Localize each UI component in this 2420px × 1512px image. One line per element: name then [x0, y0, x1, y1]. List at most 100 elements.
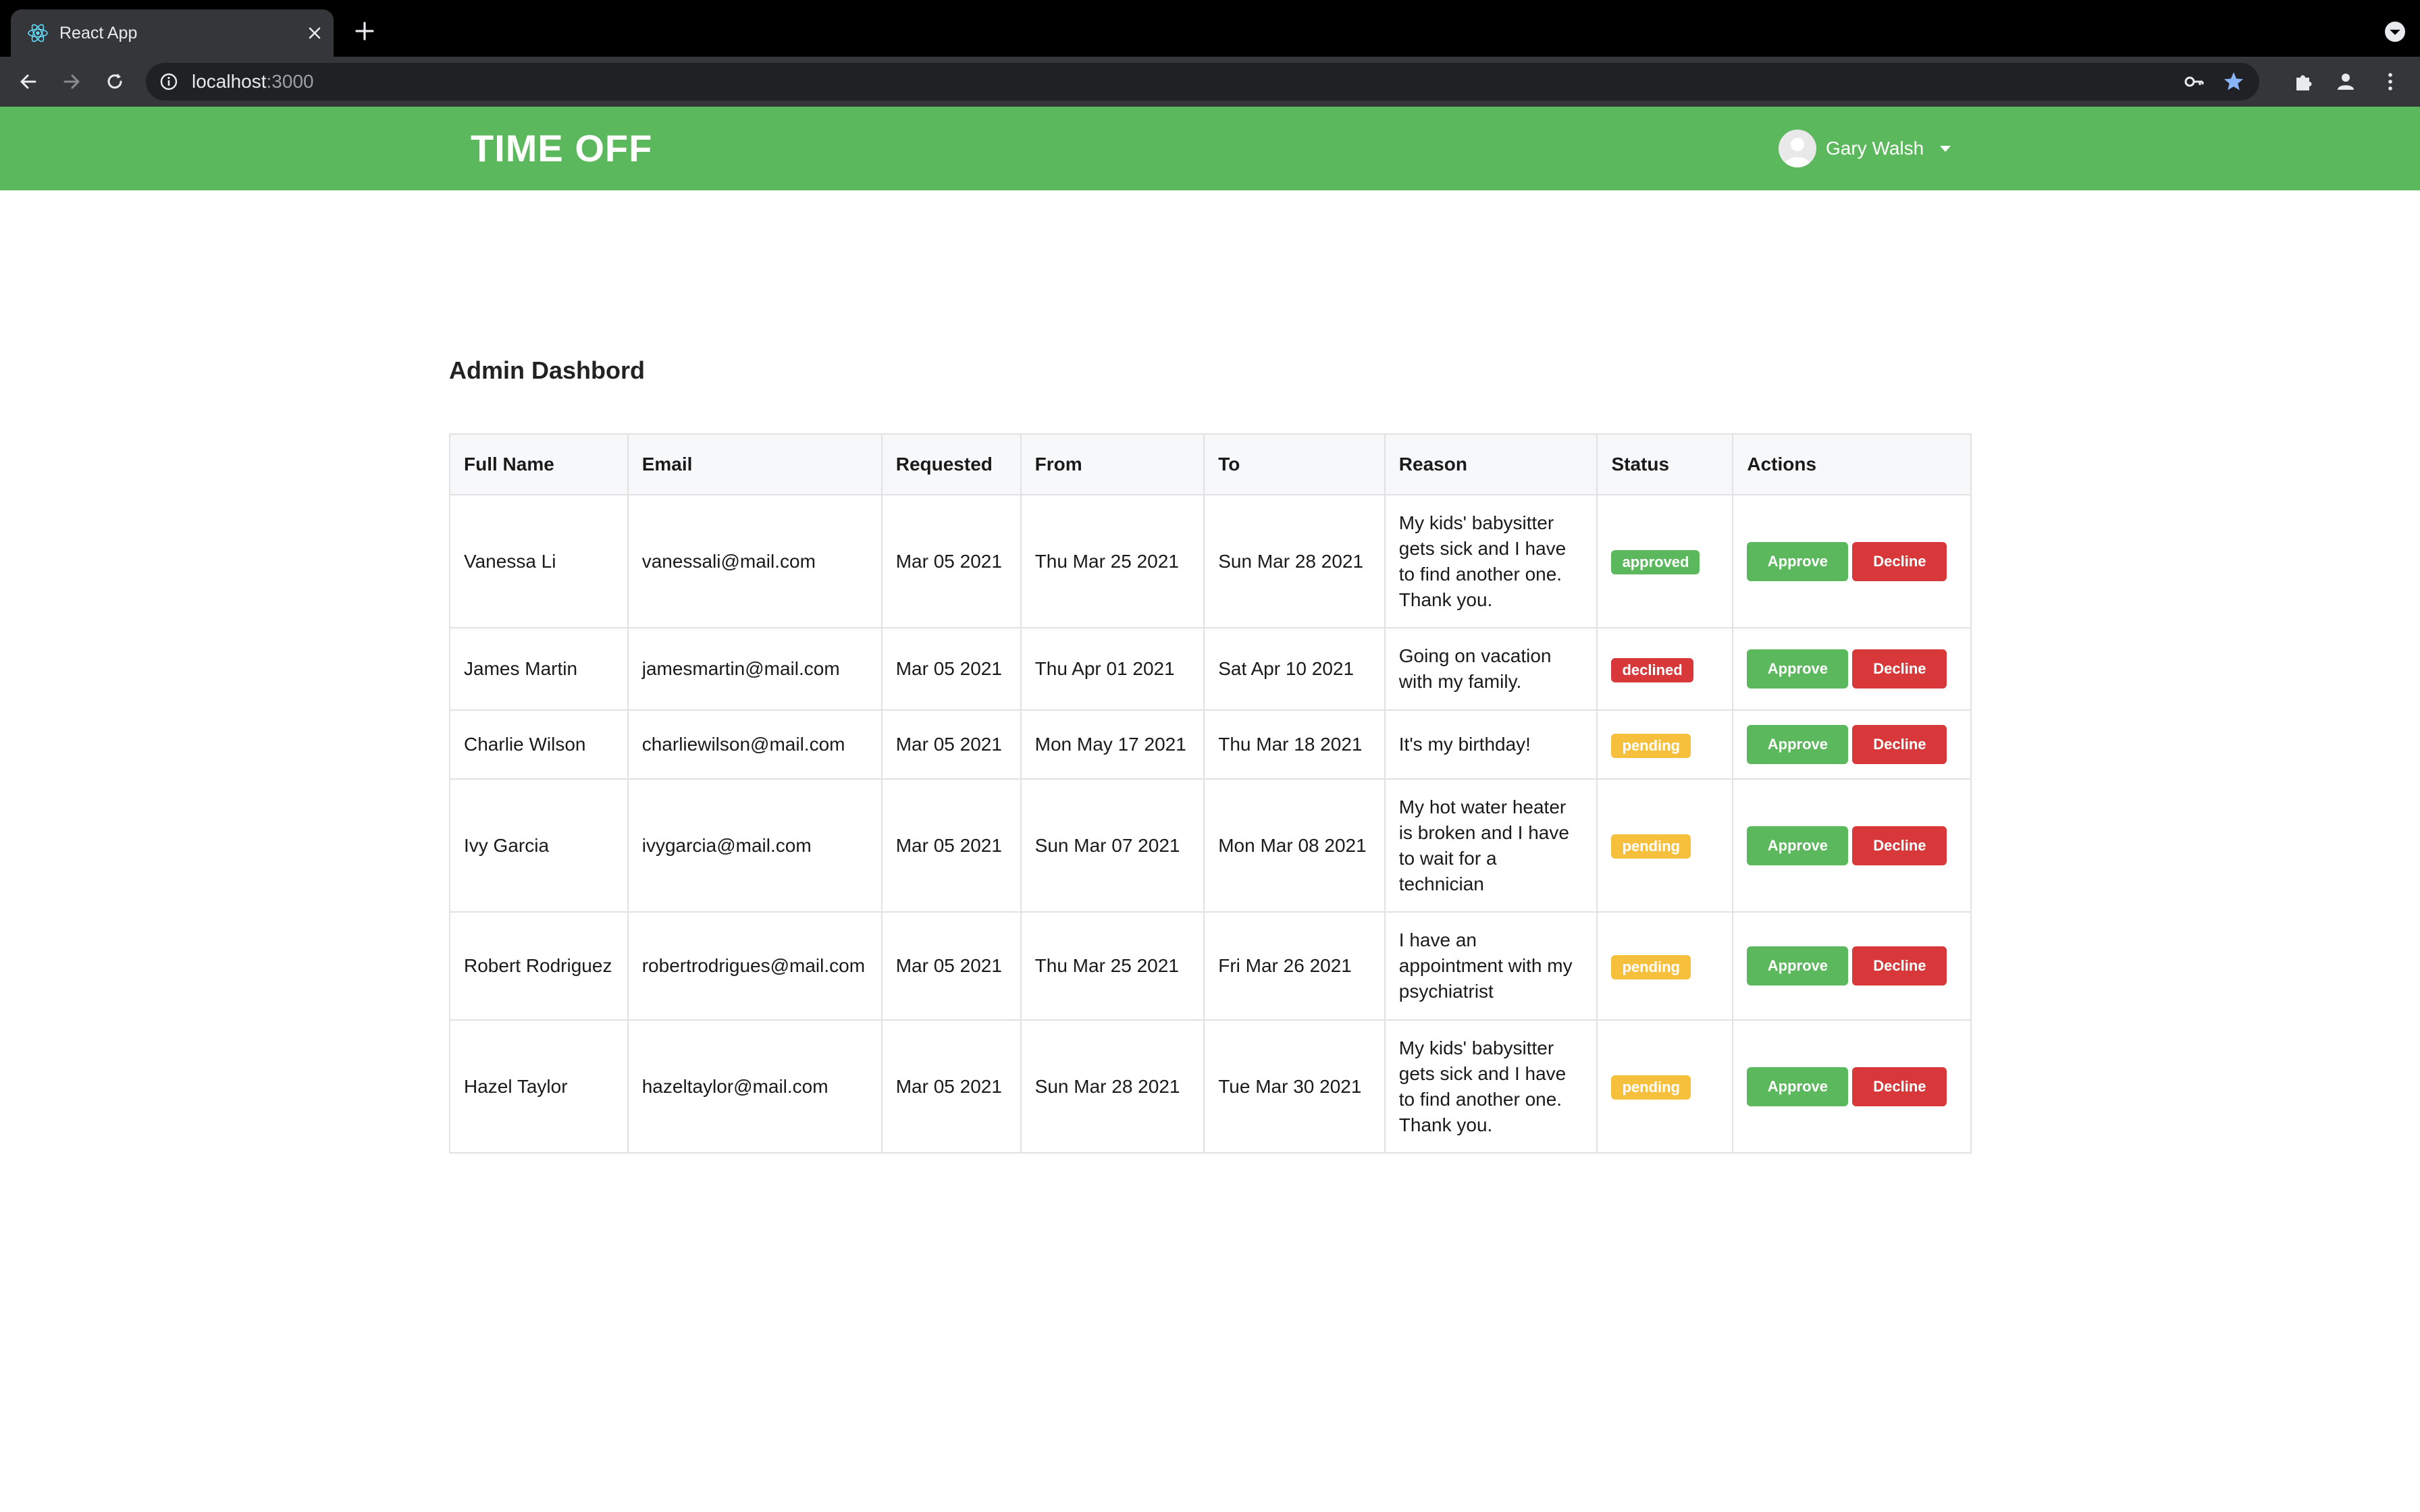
user-name: Gary Walsh: [1826, 138, 1924, 159]
chevron-down-icon: [1940, 145, 1951, 152]
table-header-row: Full Name Email Requested From To Reason…: [449, 433, 1972, 495]
cell-email: vanessali@mail.com: [627, 494, 883, 628]
decline-button[interactable]: Decline: [1852, 1066, 1947, 1106]
tab-title: React App: [59, 24, 138, 43]
status-badge: pending: [1611, 954, 1691, 979]
cell-to: Sat Apr 10 2021: [1203, 627, 1386, 711]
cell-from: Sun Mar 07 2021: [1020, 778, 1205, 913]
column-header-full-name: Full Name: [449, 433, 629, 495]
cell-status: pending: [1596, 778, 1734, 913]
app-brand[interactable]: TIME OFF: [471, 107, 652, 190]
column-header-reason: Reason: [1384, 433, 1598, 495]
address-bar[interactable]: localhost:3000: [146, 63, 2259, 101]
page-title: Admin Dashbord: [449, 356, 646, 384]
key-icon[interactable]: [2184, 71, 2205, 92]
cell-status: approved: [1596, 494, 1734, 628]
table-row: Vanessa Li vanessali@mail.com Mar 05 202…: [449, 494, 1972, 628]
decline-button[interactable]: Decline: [1852, 725, 1947, 764]
status-badge: declined: [1611, 657, 1693, 682]
table-row: James Martin jamesmartin@mail.com Mar 05…: [449, 627, 1972, 711]
cell-reason: I have an appointment with my psychiatri…: [1384, 911, 1598, 1021]
avatar: [1779, 130, 1816, 167]
approve-button[interactable]: Approve: [1747, 1066, 1849, 1106]
status-badge: pending: [1611, 1075, 1691, 1100]
close-tab-icon[interactable]: [302, 21, 327, 45]
cell-email: robertrodrigues@mail.com: [627, 911, 883, 1021]
cell-from: Thu Mar 25 2021: [1020, 494, 1205, 628]
extensions-puzzle-icon[interactable]: [2292, 70, 2316, 94]
status-badge: pending: [1611, 733, 1691, 758]
url-port: :3000: [266, 71, 314, 92]
url-text: localhost:3000: [192, 63, 314, 101]
cell-requested: Mar 05 2021: [880, 911, 1022, 1021]
cell-requested: Mar 05 2021: [880, 627, 1022, 711]
status-badge: approved: [1611, 550, 1700, 574]
cell-full-name: Ivy Garcia: [449, 778, 629, 913]
browser-tab[interactable]: React App: [11, 9, 334, 57]
browser-tabstrip: React App: [0, 0, 2420, 57]
cell-to: Fri Mar 26 2021: [1203, 911, 1386, 1021]
cell-status: pending: [1596, 1019, 1734, 1154]
cell-reason: It's my birthday!: [1384, 709, 1598, 780]
cell-status: pending: [1596, 911, 1734, 1021]
approve-button[interactable]: Approve: [1747, 649, 1849, 688]
browser-toolbar: localhost:3000: [0, 57, 2420, 107]
approve-button[interactable]: Approve: [1747, 826, 1849, 865]
column-header-from: From: [1020, 433, 1205, 495]
tab-search-icon[interactable]: [2384, 20, 2406, 43]
cell-to: Sun Mar 28 2021: [1203, 494, 1386, 628]
cell-actions: Approve Decline: [1732, 778, 1972, 913]
cell-from: Sun Mar 28 2021: [1020, 1019, 1205, 1154]
back-arrow-icon[interactable]: [16, 70, 41, 94]
user-menu[interactable]: Gary Walsh: [1779, 130, 1951, 167]
cell-status: declined: [1596, 627, 1734, 711]
table-row: Hazel Taylor hazeltaylor@mail.com Mar 05…: [449, 1019, 1972, 1154]
cell-actions: Approve Decline: [1732, 709, 1972, 780]
url-host: localhost: [192, 71, 267, 92]
column-header-actions: Actions: [1732, 433, 1972, 495]
cell-status: pending: [1596, 709, 1734, 780]
cell-to: Mon Mar 08 2021: [1203, 778, 1386, 913]
cell-from: Thu Apr 01 2021: [1020, 627, 1205, 711]
column-header-to: To: [1203, 433, 1386, 495]
table-row: Ivy Garcia ivygarcia@mail.com Mar 05 202…: [449, 778, 1972, 913]
cell-requested: Mar 05 2021: [880, 494, 1022, 628]
cell-full-name: Hazel Taylor: [449, 1019, 629, 1154]
column-header-status: Status: [1596, 433, 1734, 495]
cell-reason: My kids' babysitter gets sick and I have…: [1384, 494, 1598, 628]
cell-full-name: Charlie Wilson: [449, 709, 629, 780]
cell-actions: Approve Decline: [1732, 627, 1972, 711]
cell-email: jamesmartin@mail.com: [627, 627, 883, 711]
cell-to: Tue Mar 30 2021: [1203, 1019, 1386, 1154]
approve-button[interactable]: Approve: [1747, 725, 1849, 764]
cell-actions: Approve Decline: [1732, 911, 1972, 1021]
site-info-icon[interactable]: [159, 72, 178, 91]
reload-icon[interactable]: [103, 70, 127, 94]
new-tab-icon[interactable]: [352, 19, 377, 43]
table-row: Charlie Wilson charliewilson@mail.com Ma…: [449, 709, 1972, 780]
bookmark-star-icon[interactable]: [2221, 70, 2246, 94]
decline-button[interactable]: Decline: [1852, 826, 1947, 865]
react-logo-icon: [28, 24, 48, 43]
cell-reason: My hot water heater is broken and I have…: [1384, 778, 1598, 913]
app-header: TIME OFF Gary Walsh: [0, 107, 2420, 190]
cell-full-name: Robert Rodriguez: [449, 911, 629, 1021]
column-header-email: Email: [627, 433, 883, 495]
cell-full-name: Vanessa Li: [449, 494, 629, 628]
decline-button[interactable]: Decline: [1852, 946, 1947, 986]
cell-requested: Mar 05 2021: [880, 778, 1022, 913]
profile-icon[interactable]: [2334, 70, 2358, 94]
cell-actions: Approve Decline: [1732, 1019, 1972, 1154]
cell-requested: Mar 05 2021: [880, 709, 1022, 780]
cell-from: Mon May 17 2021: [1020, 709, 1205, 780]
approve-button[interactable]: Approve: [1747, 541, 1849, 581]
cell-full-name: James Martin: [449, 627, 629, 711]
approve-button[interactable]: Approve: [1747, 946, 1849, 986]
decline-button[interactable]: Decline: [1852, 649, 1947, 688]
browser-menu-icon[interactable]: [2378, 70, 2402, 94]
cell-from: Thu Mar 25 2021: [1020, 911, 1205, 1021]
decline-button[interactable]: Decline: [1852, 541, 1947, 581]
table-row: Robert Rodriguez robertrodrigues@mail.co…: [449, 911, 1972, 1021]
cell-actions: Approve Decline: [1732, 494, 1972, 628]
forward-arrow-icon[interactable]: [59, 70, 84, 94]
